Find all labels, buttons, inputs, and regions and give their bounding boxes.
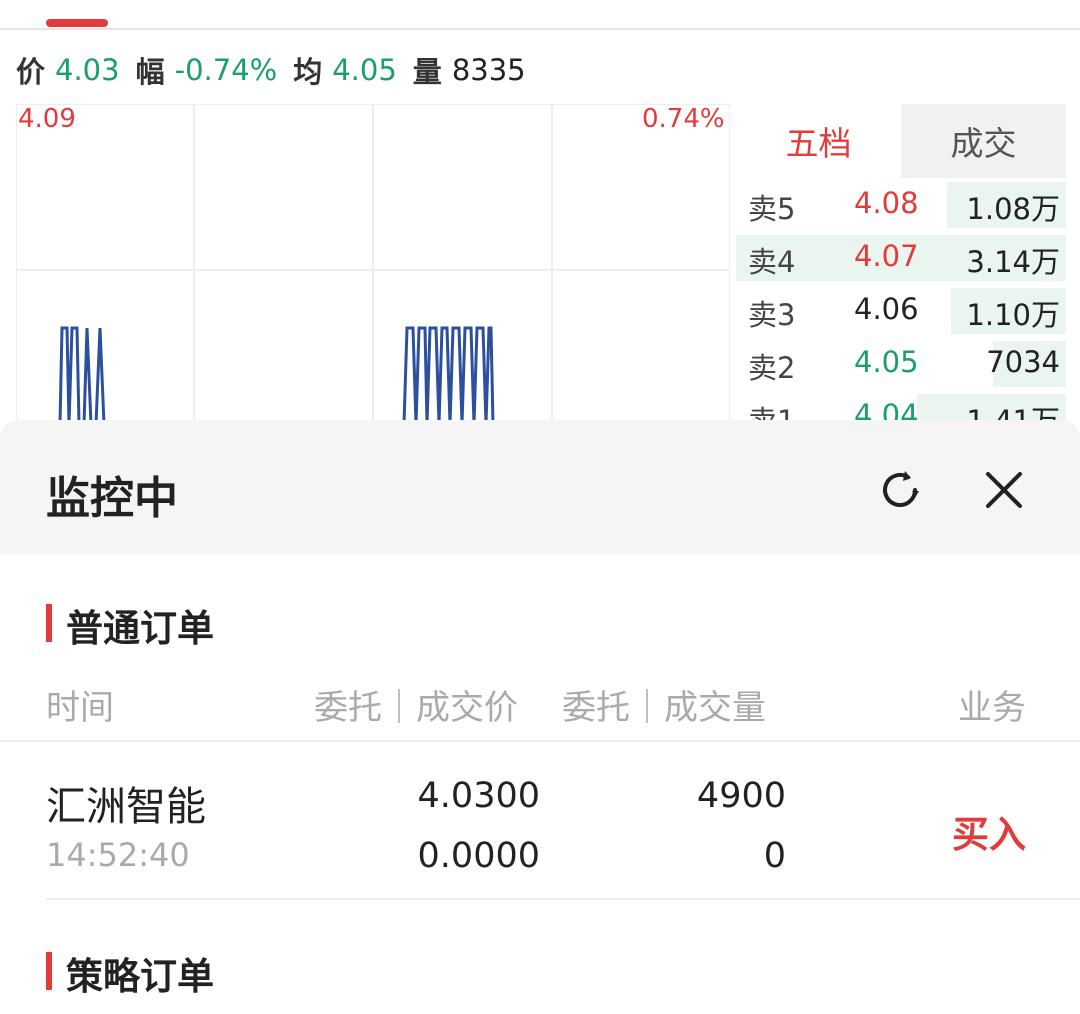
order-time: 14:52:40 [46, 836, 190, 874]
level-price: 4.06 [854, 292, 919, 326]
level-volume: 7034 [986, 345, 1060, 379]
level-volume: 1.10万 [966, 298, 1060, 332]
top-divider [0, 28, 1080, 30]
price-value: 4.03 [55, 53, 120, 87]
column-price: 委托｜成交价 [314, 688, 518, 728]
business-type: 买入 [952, 813, 1026, 856]
deal-quantity: 0 [763, 836, 786, 876]
order-book-row[interactable]: 卖4 4.07 3.14万 [736, 233, 1066, 283]
order-book-row[interactable]: 卖2 4.05 7034 [736, 339, 1066, 389]
order-book-row[interactable]: 卖5 4.08 1.08万 [736, 180, 1066, 230]
monitor-sheet-header: 监控中 [0, 420, 1080, 554]
column-quantity: 委托｜成交量 [562, 688, 766, 728]
stock-name: 汇洲智能 [46, 784, 206, 830]
header-divider [0, 740, 1080, 742]
level-volume: 3.14万 [966, 245, 1060, 279]
tab-five-levels[interactable]: 五档 [736, 104, 901, 178]
level-price: 4.08 [854, 186, 919, 220]
close-icon[interactable] [976, 462, 1032, 518]
avg-label: 均 [293, 55, 323, 89]
monitor-sheet: 监控中 普通订单 时间 委托｜成交价 委托｜成交量 业务 汇洲智能 14:52:… [0, 420, 1080, 1014]
order-quantity: 4900 [696, 776, 786, 816]
column-time: 时间 [46, 688, 114, 728]
order-price: 4.0300 [417, 776, 540, 816]
level-price: 4.05 [854, 345, 919, 379]
level-label: 卖5 [748, 192, 796, 226]
chart-max-percent: 0.74% [642, 104, 725, 134]
column-business: 业务 [958, 688, 1026, 728]
order-book-row[interactable]: 卖3 4.06 1.10万 [736, 286, 1066, 336]
level-price: 4.07 [854, 239, 919, 273]
row-divider [46, 898, 1080, 900]
intraday-chart[interactable] [16, 104, 730, 424]
order-book-tabs: 五档 成交 [736, 104, 1066, 178]
level-volume: 1.08万 [966, 192, 1060, 226]
strategy-orders-title: 策略订单 [46, 946, 214, 1000]
level-label: 卖2 [748, 351, 796, 385]
volume-value: 8335 [451, 53, 526, 87]
active-tab-indicator [46, 19, 108, 27]
refresh-icon[interactable] [872, 462, 928, 518]
avg-value: 4.05 [332, 53, 397, 87]
change-label: 幅 [135, 55, 165, 89]
tab-trades[interactable]: 成交 [901, 104, 1066, 178]
normal-orders-title: 普通订单 [46, 598, 214, 652]
volume-label: 量 [412, 55, 442, 89]
deal-price: 0.0000 [417, 836, 540, 876]
price-label: 价 [16, 55, 46, 89]
monitor-title: 监控中 [46, 473, 178, 524]
level-label: 卖3 [748, 298, 796, 332]
level-label: 卖4 [748, 245, 796, 279]
change-value: -0.74% [174, 53, 278, 87]
quote-summary: 价 4.03 幅 -0.74% 均 4.05 量 8335 [16, 50, 542, 90]
chart-max-price: 4.09 [18, 104, 76, 134]
